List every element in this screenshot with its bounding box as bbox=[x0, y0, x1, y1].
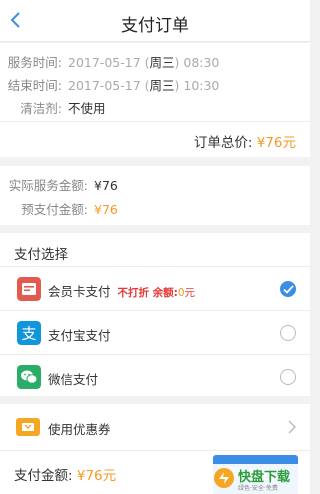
coupon-row[interactable]: 使用优惠券 bbox=[0, 404, 310, 450]
divider bbox=[0, 121, 310, 122]
prepay-amount-row: 预支付金额: ¥76 bbox=[0, 199, 118, 218]
header-bar: 支付订单 bbox=[0, 0, 310, 42]
page-title: 支付订单 bbox=[121, 16, 189, 36]
cleaner-value: 不使用 bbox=[68, 101, 106, 116]
coupon-label: 使用优惠券 bbox=[48, 422, 111, 437]
prepay-amount-value: ¥76 bbox=[94, 202, 118, 217]
watermark: 快盘下载 绿色·安全·免费 bbox=[210, 464, 308, 494]
payment-title: 支付选择 bbox=[14, 247, 68, 263]
end-time-row: 结束时间: 2017-05-17 (周三) 10:30 bbox=[2, 75, 220, 94]
cleaner-label: 清洁剂: bbox=[20, 101, 62, 116]
amount-card: 实际服务金额: ¥76 预支付金额: ¥76 bbox=[0, 166, 310, 225]
service-time-label: 服务时间: bbox=[7, 55, 62, 70]
check-icon bbox=[283, 285, 294, 294]
order-info-card: 服务时间: 2017-05-17 (周三) 08:30 结束时间: 2017-05-… bbox=[0, 43, 310, 157]
chevron-right-icon bbox=[288, 420, 296, 434]
member-card-note: 不打折 余额:0元 bbox=[117, 287, 196, 299]
coupon-icon bbox=[16, 418, 40, 436]
cleaner-row: 清洁剂: 不使用 bbox=[2, 98, 106, 117]
radio-unchecked[interactable] bbox=[280, 325, 296, 341]
radio-checked[interactable] bbox=[280, 281, 296, 297]
paid-amount-label: 支付金额: bbox=[14, 468, 73, 484]
paid-amount-value: ¥76元 bbox=[76, 468, 117, 484]
wechat-icon bbox=[17, 365, 41, 389]
pay-option-wechat[interactable]: 微信支付 bbox=[0, 354, 310, 398]
actual-amount-value: ¥76 bbox=[94, 178, 118, 193]
end-time-value: 2017-05-17 (周三) 10:30 bbox=[68, 78, 220, 93]
pay-option-label: 微信支付 bbox=[48, 372, 99, 387]
member-card-icon bbox=[17, 277, 41, 301]
actual-amount-label: 实际服务金额: bbox=[8, 178, 88, 193]
pay-option-label: 支付宝支付 bbox=[48, 328, 111, 343]
end-time-label: 结束时间: bbox=[7, 78, 62, 93]
order-total-label: 订单总价: bbox=[193, 135, 253, 151]
paid-amount: 支付金额: ¥76元 bbox=[14, 464, 116, 484]
prepay-amount-label: 预支付金额: bbox=[21, 202, 88, 217]
svg-text:支: 支 bbox=[21, 325, 36, 343]
service-time-row: 服务时间: 2017-05-17 (周三) 08:30 bbox=[2, 52, 220, 71]
pay-option-alipay[interactable]: 支 支付宝支付 bbox=[0, 310, 310, 354]
alipay-icon: 支 bbox=[17, 321, 41, 345]
order-total-value: ¥76元 bbox=[256, 135, 296, 151]
service-time-value: 2017-05-17 (周三) 08:30 bbox=[68, 55, 220, 70]
watermark-sub: 绿色·安全·免费 bbox=[238, 485, 278, 492]
actual-amount-row: 实际服务金额: ¥76 bbox=[0, 175, 118, 194]
radio-unchecked[interactable] bbox=[280, 369, 296, 385]
watermark-logo-icon bbox=[214, 468, 234, 488]
order-total: 订单总价: ¥76元 bbox=[194, 131, 296, 151]
payment-card: 支付选择 会员卡支付 不打折 余额:0元 支 支付宝支付 微信支付 bbox=[0, 233, 310, 396]
pay-option-member-card[interactable]: 会员卡支付 不打折 余额:0元 bbox=[0, 266, 310, 310]
pay-option-label: 会员卡支付 bbox=[48, 284, 111, 299]
